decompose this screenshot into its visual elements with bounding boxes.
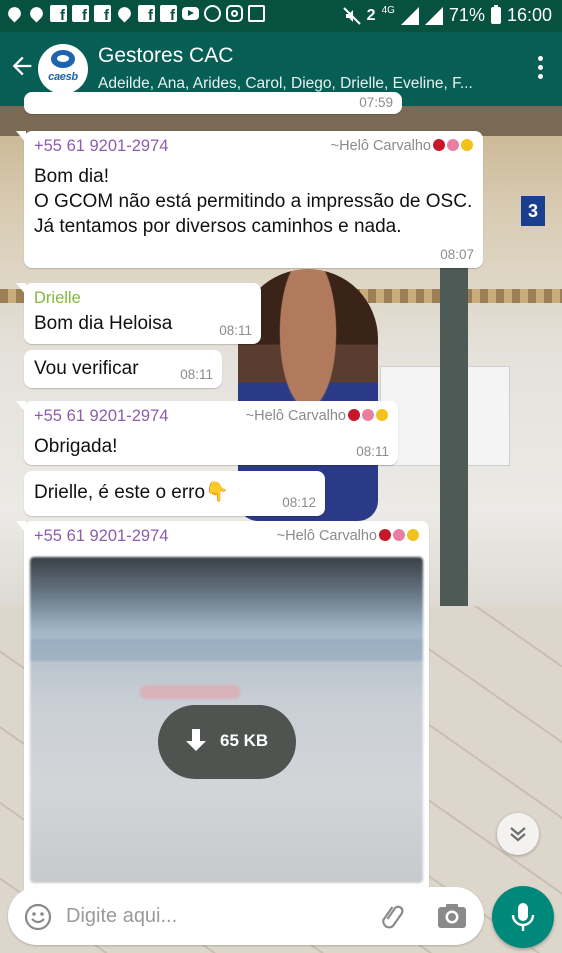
sunflower-emoji-icon [376,409,388,421]
overflow-menu-icon[interactable] [536,56,544,82]
avatar-brand: caesb [48,71,78,83]
message-text: Bom dia! O GCOM não está permitindo a im… [34,166,473,237]
tulip-emoji-icon [362,409,374,421]
download-button[interactable]: 65 KB [158,705,296,779]
alias-text: ~Helô Carvalho [245,408,346,424]
camera-icon[interactable] [436,902,468,930]
message-sender-alias: ~Helô Carvalho [331,138,473,154]
sunflower-emoji-icon [407,529,419,541]
message-bubble[interactable]: +55 61 9201-2974 ~Helô Carvalho Bom dia!… [16,131,483,268]
facebook-icon [50,5,67,24]
instagram-icon [226,5,243,22]
facebook-icon [94,5,111,24]
whatsapp-icon [204,5,221,22]
chevron-double-down-icon [510,827,526,842]
battery-icon [490,5,501,24]
image-icon [248,5,265,22]
message-bubble[interactable]: Drielle Bom dia Heloisa 08:11 [16,283,261,344]
message-time: 08:11 [356,444,389,459]
mic-icon [511,903,535,931]
tulip-emoji-icon [447,139,459,151]
notification-icons [5,4,265,24]
message-sender-alias: ~Helô Carvalho [246,408,388,424]
group-title[interactable]: Gestores CAC [98,44,233,68]
rose-emoji-icon [348,409,360,421]
message-time: 08:07 [440,247,474,262]
group-avatar[interactable]: caesb [38,44,88,94]
message-sender-alias: ~Helô Carvalho [277,528,419,544]
attach-icon[interactable] [378,901,408,931]
message-text: Drielle, é este o erro👇 [34,482,229,503]
alias-text: ~Helô Carvalho [330,138,431,154]
message-bubble-partial[interactable]: 07:59 [24,92,402,114]
rose-emoji-icon [433,139,445,151]
rose-emoji-icon [379,529,391,541]
voice-record-button[interactable] [492,886,554,948]
facebook-icon [72,5,89,24]
message-time: 08:11 [180,367,213,382]
message-text: Obrigada! [34,436,118,457]
image-message-bubble[interactable]: +55 61 9201-2974 ~Helô Carvalho 65 KB [16,521,429,901]
scroll-to-bottom-button[interactable] [497,813,539,855]
preview-band [30,639,423,661]
message-time: 08:11 [219,323,252,338]
signal-icon [424,6,443,25]
message-sender[interactable]: Drielle [34,289,251,308]
network-type: 4G [381,5,395,16]
alias-text: ~Helô Carvalho [276,528,377,544]
wallpaper-beam [440,266,468,606]
message-time: 07:59 [359,95,393,110]
battery-percent: 71% [448,5,485,25]
logo-mark [51,50,75,68]
message-bubble[interactable]: +55 61 9201-2974 ~Helô Carvalho Obrigada… [16,401,398,465]
message-composer [8,887,484,945]
group-members[interactable]: Adeilde, Ana, Arides, Carol, Diego, Drie… [98,75,510,93]
facebook-icon [138,5,155,24]
sim-indicator: 2 [366,6,376,24]
wallpaper-sign: 3 [521,196,545,226]
emoji-icon[interactable] [24,903,52,931]
person-notification-icon [27,4,46,23]
back-arrow-icon[interactable] [8,52,36,80]
clock: 16:00 [506,5,552,25]
download-size: 65 KB [220,731,269,750]
youtube-icon [182,7,199,20]
facebook-icon [160,5,177,24]
message-bubble[interactable]: Drielle, é este o erro👇 08:12 [24,471,325,516]
status-bar: 2 4G 71% 16:00 [0,0,562,32]
message-bubble[interactable]: Vou verificar 08:11 [24,350,222,388]
signal-icon [400,6,419,25]
preview-band [140,685,240,699]
person-notification-icon [115,4,134,23]
download-icon [186,729,206,751]
mute-icon [342,6,361,25]
person-notification-icon [5,4,24,23]
system-indicators: 2 4G 71% 16:00 [342,5,552,26]
message-input[interactable] [66,897,366,935]
sunflower-emoji-icon [461,139,473,151]
message-time: 08:12 [282,495,316,510]
tulip-emoji-icon [393,529,405,541]
